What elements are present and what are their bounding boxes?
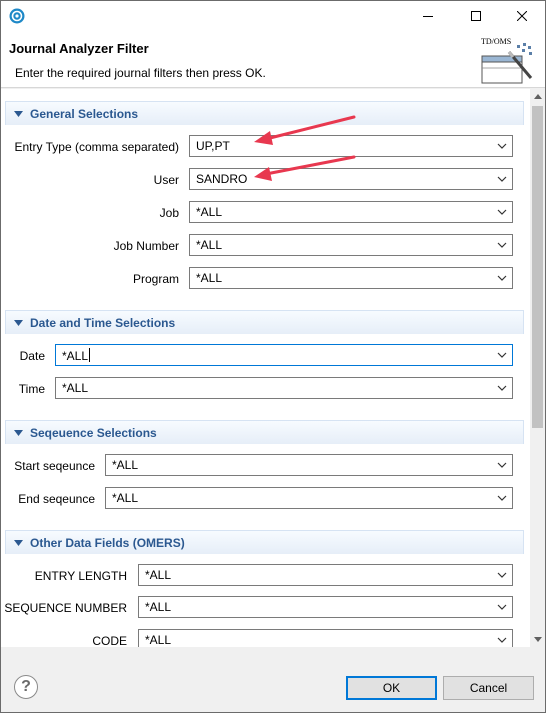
dialog-window: Journal Analyzer Filter Enter the requir… [0, 0, 546, 713]
job-value: *ALL [196, 205, 223, 219]
section-general-title: General Selections [30, 106, 139, 121]
dropdown-chevron-icon[interactable] [492, 169, 512, 189]
help-icon[interactable]: ? [14, 675, 38, 699]
dialog-message: Enter the required journal filters then … [15, 66, 266, 80]
logo-text: TD/OMS [481, 37, 511, 46]
job-combo[interactable]: *ALL [189, 201, 513, 223]
dropdown-chevron-icon[interactable] [492, 235, 512, 255]
date-combo[interactable]: *ALL [55, 344, 513, 366]
date-value: *ALL [62, 348, 89, 363]
end-sequence-combo[interactable]: *ALL [105, 487, 513, 509]
sequence-number-label: SEQUENCE NUMBER [4, 601, 127, 615]
cancel-button[interactable]: Cancel [443, 676, 534, 700]
time-label: Time [18, 382, 45, 396]
dialog-header: Journal Analyzer Filter Enter the requir… [1, 31, 545, 88]
title-bar [1, 1, 545, 31]
code-combo[interactable]: *ALL [138, 629, 513, 647]
dropdown-chevron-icon[interactable] [492, 136, 512, 156]
collapse-triangle-icon [14, 319, 24, 326]
section-datetime-title: Date and Time Selections [30, 315, 176, 330]
section-sequence-header[interactable]: Seqeuence Selections [5, 420, 524, 444]
collapse-triangle-icon [14, 110, 24, 117]
filter-wand-icon: TD/OMS [481, 37, 533, 84]
ok-button[interactable]: OK [346, 676, 437, 700]
text-cursor [89, 347, 91, 362]
end-sequence-value: *ALL [112, 491, 139, 505]
section-other-title: Other Data Fields (OMERS) [30, 535, 185, 550]
job-label: Job [159, 206, 179, 220]
maximize-button[interactable] [453, 1, 499, 31]
filter-content: General Selections Entry Type (comma sep… [1, 89, 545, 647]
time-combo[interactable]: *ALL [55, 377, 513, 399]
collapse-triangle-icon [14, 539, 24, 546]
job-number-value: *ALL [196, 238, 223, 252]
close-button[interactable] [499, 1, 545, 31]
dropdown-chevron-icon[interactable] [492, 565, 512, 585]
start-sequence-value: *ALL [112, 458, 139, 472]
entry-type-value: UP,PT [196, 139, 230, 153]
user-label: User [153, 173, 179, 187]
program-combo[interactable]: *ALL [189, 267, 513, 289]
code-value: *ALL [145, 633, 172, 647]
collapse-triangle-icon [14, 429, 24, 436]
dropdown-chevron-icon[interactable] [492, 455, 512, 475]
section-other-header[interactable]: Other Data Fields (OMERS) [5, 530, 524, 554]
dropdown-chevron-icon[interactable] [492, 488, 512, 508]
close-icon [517, 11, 527, 21]
section-sequence-title: Seqeuence Selections [30, 425, 157, 440]
scroll-up-arrow-icon[interactable] [530, 89, 545, 104]
entry-type-combo[interactable]: UP,PT [189, 135, 513, 157]
scrollbar-thumb[interactable] [532, 106, 543, 428]
app-icon [9, 8, 25, 24]
dialog-footer: ? OK Cancel [1, 647, 545, 712]
time-value: *ALL [62, 381, 89, 395]
user-combo[interactable]: SANDRO [189, 168, 513, 190]
sequence-number-combo[interactable]: *ALL [138, 596, 513, 618]
dropdown-chevron-icon[interactable] [492, 345, 512, 365]
dropdown-chevron-icon[interactable] [492, 597, 512, 617]
sequence-number-value: *ALL [145, 600, 172, 614]
section-general-header[interactable]: General Selections [5, 101, 524, 125]
end-sequence-label: End seqeunce [18, 492, 95, 506]
entry-length-label: ENTRY LENGTH [34, 569, 127, 583]
dropdown-chevron-icon[interactable] [492, 378, 512, 398]
date-label: Date [19, 349, 45, 363]
section-datetime-header[interactable]: Date and Time Selections [5, 310, 524, 334]
start-sequence-combo[interactable]: *ALL [105, 454, 513, 476]
dropdown-chevron-icon[interactable] [492, 202, 512, 222]
job-number-label: Job Number [113, 239, 179, 253]
code-label: CODE [92, 634, 127, 647]
dropdown-chevron-icon[interactable] [492, 630, 512, 647]
vertical-scrollbar[interactable] [530, 89, 545, 647]
minimize-icon [423, 16, 433, 17]
program-label: Program [132, 272, 179, 286]
entry-type-label: Entry Type (comma separated) [14, 140, 179, 154]
program-value: *ALL [196, 271, 223, 285]
entry-length-value: *ALL [145, 568, 172, 582]
job-number-combo[interactable]: *ALL [189, 234, 513, 256]
minimize-button[interactable] [405, 1, 451, 31]
start-sequence-label: Start seqeunce [14, 459, 95, 473]
scroll-down-arrow-icon[interactable] [530, 632, 545, 647]
dialog-title: Journal Analyzer Filter [9, 41, 149, 56]
maximize-icon [471, 11, 481, 21]
user-value: SANDRO [196, 172, 248, 186]
dropdown-chevron-icon[interactable] [492, 268, 512, 288]
entry-length-combo[interactable]: *ALL [138, 564, 513, 586]
